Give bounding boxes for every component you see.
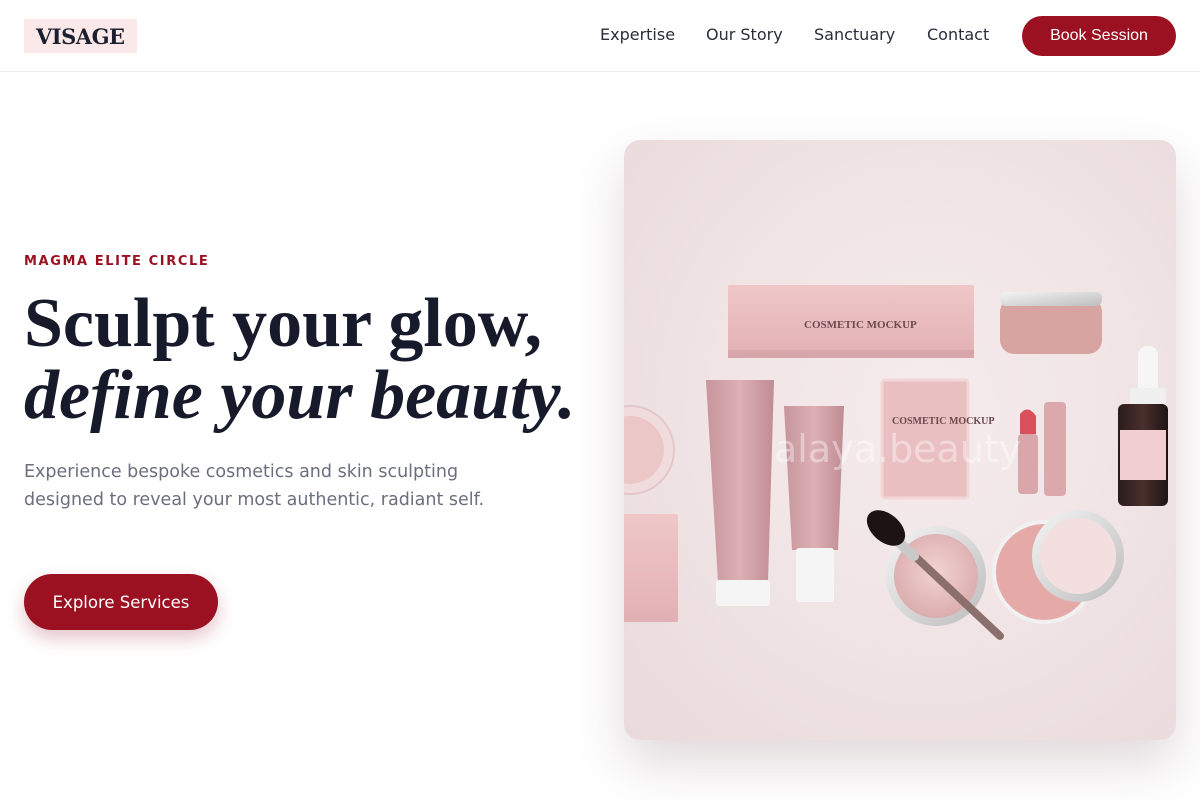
open-jar (992, 510, 1124, 624)
long-box: COSMETIC MOCKUP (728, 285, 974, 358)
explore-services-button[interactable]: Explore Services (24, 574, 218, 630)
site-header: VISAGE Expertise Our Story Sanctuary Con… (0, 0, 1200, 72)
hero-headline-line2: define your beauty. (24, 357, 576, 434)
nav-link-expertise[interactable]: Expertise (600, 25, 675, 44)
hero-headline: Sculpt your glow, define your beauty. (24, 288, 576, 432)
lipsticks (1018, 402, 1066, 496)
nav-link-our-story[interactable]: Our Story (706, 25, 783, 44)
hero-headline-line1: Sculpt your glow, (24, 285, 542, 362)
nav-link-sanctuary[interactable]: Sanctuary (814, 25, 895, 44)
left-jar-partial (624, 405, 675, 495)
book-session-button[interactable]: Book Session (1022, 16, 1176, 56)
cream-tube-large (706, 380, 774, 606)
nav-link-contact[interactable]: Contact (927, 25, 989, 44)
hero-eyebrow: MAGMA ELITE CIRCLE (24, 254, 210, 269)
powder-jar (1000, 292, 1102, 354)
hero-subtext: Experience bespoke cosmetics and skin sc… (24, 462, 485, 510)
long-box-label: COSMETIC MOCKUP (804, 319, 917, 331)
cosmetics-flatlay-illustration: COSMETIC MOCKUP COSMETIC MOCKUP alaya.be… (624, 285, 1168, 640)
product-image: COSMETIC MOCKUP COSMETIC MOCKUP alaya.be… (624, 140, 1176, 740)
left-box-partial (624, 514, 678, 622)
brand-logo[interactable]: VISAGE (24, 19, 137, 53)
sachet-label: COSMETIC MOCKUP (892, 416, 995, 427)
watermark-text: alaya.beauty (774, 427, 1021, 471)
dropper-bottle (1118, 346, 1168, 506)
